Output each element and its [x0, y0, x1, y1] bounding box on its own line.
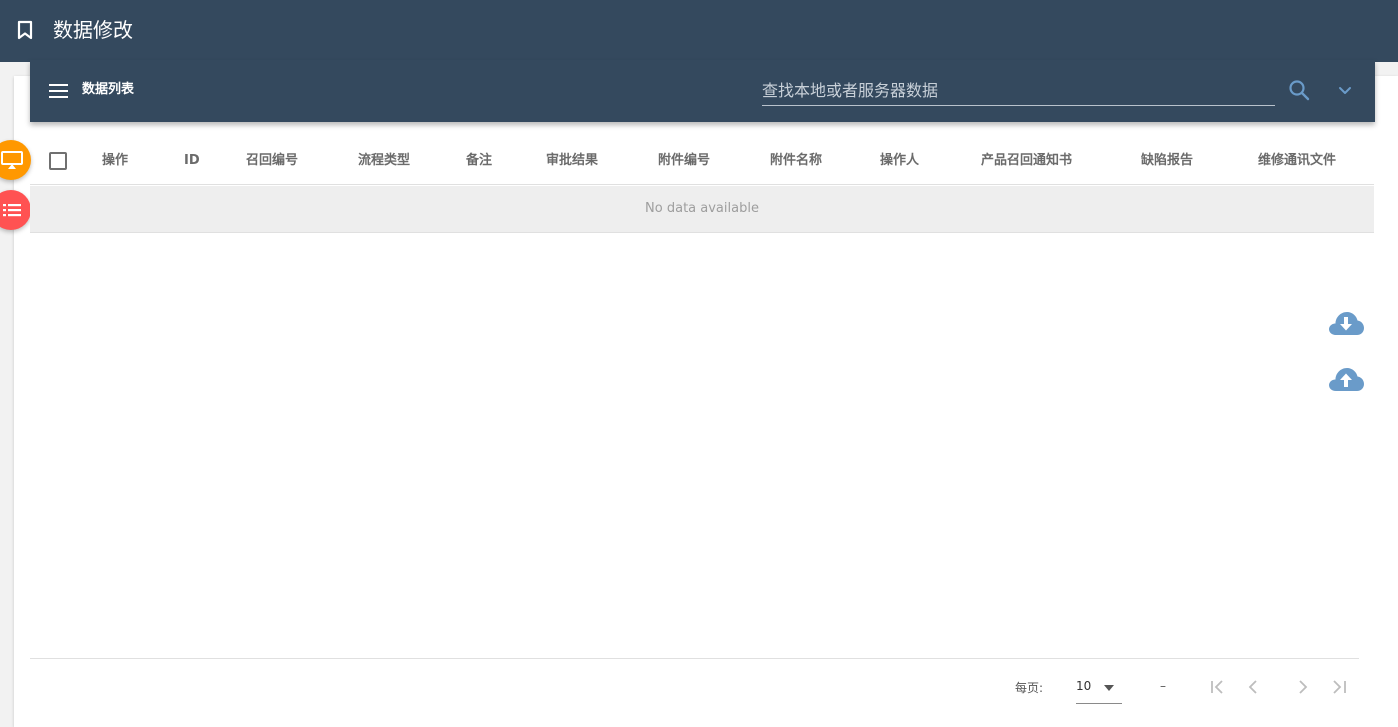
column-header-remarks[interactable]: 备注 — [466, 151, 492, 171]
search-icon[interactable] — [1288, 79, 1310, 101]
page-range-text: – — [1160, 679, 1166, 693]
app-title: 数据修改 — [53, 18, 133, 42]
select-all-checkbox[interactable] — [49, 152, 67, 170]
column-header-actions[interactable]: 操作 — [102, 151, 128, 171]
column-header-defect-report[interactable]: 缺陷报告 — [1141, 151, 1193, 171]
table-empty-row: No data available — [30, 186, 1374, 233]
column-header-process-type[interactable]: 流程类型 — [358, 151, 410, 171]
chevron-down-icon[interactable] — [1336, 81, 1354, 99]
cloud-upload-icon[interactable] — [1327, 365, 1365, 393]
last-page-icon[interactable] — [1330, 678, 1348, 696]
search-input[interactable] — [762, 76, 1275, 104]
column-header-attachment-number[interactable]: 附件编号 — [658, 151, 710, 171]
column-header-id[interactable]: ID — [184, 151, 200, 171]
table-header-row: 操作 ID 召回编号 流程类型 备注 审批结果 附件编号 附件名称 操作人 产品… — [30, 137, 1374, 185]
bookmark-icon[interactable] — [16, 20, 34, 40]
data-list-toolbar: 数据列表 — [30, 60, 1375, 122]
app-bar: 数据修改 — [0, 0, 1398, 62]
cloud-download-icon[interactable] — [1327, 309, 1365, 337]
desktop-icon — [1, 151, 23, 169]
column-header-approval-result[interactable]: 审批结果 — [546, 151, 598, 171]
list-icon — [3, 204, 21, 217]
list-title: 数据列表 — [82, 82, 135, 97]
footer-divider — [30, 658, 1359, 659]
next-page-icon[interactable] — [1294, 678, 1312, 696]
prev-page-icon[interactable] — [1244, 678, 1262, 696]
column-header-recall-number[interactable]: 召回编号 — [246, 151, 298, 171]
search-field[interactable] — [762, 76, 1275, 106]
column-header-operator[interactable]: 操作人 — [880, 151, 919, 171]
column-header-attachment-name[interactable]: 附件名称 — [770, 151, 822, 171]
per-page-label: 每页: — [1015, 681, 1044, 695]
caret-down-icon — [1104, 685, 1114, 691]
no-data-text: No data available — [645, 201, 759, 216]
per-page-select[interactable]: 10 — [1076, 675, 1122, 704]
per-page-value: 10 — [1076, 679, 1092, 693]
first-page-icon[interactable] — [1209, 678, 1227, 696]
column-header-recall-notice[interactable]: 产品召回通知书 — [981, 151, 1072, 171]
menu-icon[interactable] — [49, 83, 68, 99]
column-header-repair-communication-file[interactable]: 维修通讯文件 — [1258, 151, 1336, 171]
